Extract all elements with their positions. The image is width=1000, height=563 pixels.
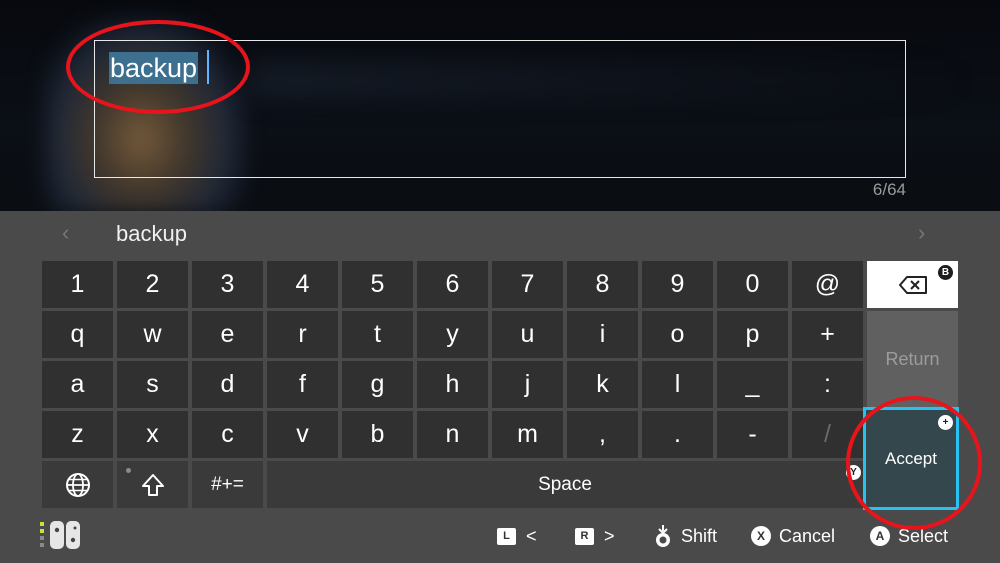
key-3-2[interactable]: c [192, 411, 263, 458]
key-1-1[interactable]: w [117, 311, 188, 358]
control-hints-bar: L < R > Shift X Cancel A Select [0, 510, 1000, 563]
language-key[interactable] [42, 461, 113, 508]
backspace-key[interactable]: B [867, 261, 958, 308]
hint-left: L < [497, 524, 537, 548]
character-counter: 6/64 [872, 180, 906, 199]
shift-key[interactable] [117, 461, 188, 508]
key-3-7[interactable]: , [567, 411, 638, 458]
shift-arrow-icon [141, 473, 164, 496]
return-label: Return [885, 349, 940, 369]
hint-right: R > [575, 524, 615, 548]
hint-left-arrow: < [526, 525, 537, 546]
key-2-5[interactable]: h [417, 361, 488, 408]
key-3-6[interactable]: m [492, 411, 563, 458]
key-1-2[interactable]: e [192, 311, 263, 358]
key-0-2[interactable]: 3 [192, 261, 263, 308]
suggestion-word[interactable]: backup [116, 221, 187, 247]
y-button-badge: Y [846, 465, 861, 480]
key-2-9[interactable]: _ [717, 361, 788, 408]
key-0-4[interactable]: 5 [342, 261, 413, 308]
suggestion-prev-arrow[interactable]: ‹ [62, 220, 69, 246]
key-1-6[interactable]: u [492, 311, 563, 358]
key-3-1[interactable]: x [117, 411, 188, 458]
key-0-6[interactable]: 7 [492, 261, 563, 308]
key-0-1[interactable]: 2 [117, 261, 188, 308]
hint-shift[interactable]: Shift [652, 524, 717, 548]
key-2-8[interactable]: l [642, 361, 713, 408]
key-1-4[interactable]: t [342, 311, 413, 358]
key-2-1[interactable]: s [117, 361, 188, 408]
text-caret [207, 50, 209, 84]
key-2-6[interactable]: j [492, 361, 563, 408]
hint-cancel[interactable]: X Cancel [751, 524, 835, 548]
key-3-0[interactable]: z [42, 411, 113, 458]
key-0-0[interactable]: 1 [42, 261, 113, 308]
key-0-8[interactable]: 9 [642, 261, 713, 308]
plus-button-badge: + [938, 415, 953, 430]
typed-text: backup [109, 52, 199, 84]
return-key[interactable]: Return [867, 311, 958, 408]
key-1-10[interactable]: + [792, 311, 863, 358]
suggestion-bar: ‹ backup › [0, 211, 1000, 259]
space-label: Space [538, 473, 592, 495]
hint-right-arrow: > [604, 525, 615, 546]
backspace-icon [898, 275, 927, 294]
accept-key[interactable]: Accept + [863, 407, 959, 510]
a-button-badge: A [870, 526, 890, 546]
joycon-controller-icon [40, 521, 80, 549]
shift-indicator-dot [126, 468, 131, 473]
hint-cancel-label: Cancel [779, 525, 836, 546]
key-0-5[interactable]: 6 [417, 261, 488, 308]
b-button-badge: B [938, 265, 953, 280]
key-3-10[interactable]: / [792, 411, 863, 458]
suggestion-next-arrow[interactable]: › [918, 220, 925, 246]
key-1-9[interactable]: p [717, 311, 788, 358]
key-2-7[interactable]: k [567, 361, 638, 408]
key-3-4[interactable]: b [342, 411, 413, 458]
l-button-badge: L [497, 527, 516, 545]
key-3-5[interactable]: n [417, 411, 488, 458]
x-button-badge: X [751, 526, 771, 546]
key-3-8[interactable]: . [642, 411, 713, 458]
key-2-3[interactable]: f [267, 361, 338, 408]
left-stick-press-icon [656, 525, 670, 547]
globe-icon [65, 472, 90, 497]
key-1-5[interactable]: y [417, 311, 488, 358]
key-2-0[interactable]: a [42, 361, 113, 408]
key-2-10[interactable]: : [792, 361, 863, 408]
hint-shift-label: Shift [681, 525, 718, 546]
text-entry-area: backup 6/64 [0, 0, 1000, 211]
space-key[interactable]: Space [267, 461, 863, 508]
symbols-key[interactable]: #+= [192, 461, 263, 508]
key-1-0[interactable]: q [42, 311, 113, 358]
key-3-9[interactable]: - [717, 411, 788, 458]
key-2-2[interactable]: d [192, 361, 263, 408]
key-1-7[interactable]: i [567, 311, 638, 358]
key-1-8[interactable]: o [642, 311, 713, 358]
key-0-7[interactable]: 8 [567, 261, 638, 308]
accept-label: Accept [885, 448, 937, 468]
text-input-box[interactable]: backup [94, 40, 906, 178]
key-0-9[interactable]: 0 [717, 261, 788, 308]
key-3-3[interactable]: v [267, 411, 338, 458]
key-1-3[interactable]: r [267, 311, 338, 358]
key-0-10[interactable]: @ [792, 261, 863, 308]
r-button-badge: R [575, 527, 594, 545]
hint-select-label: Select [898, 525, 949, 546]
hint-select[interactable]: A Select [870, 524, 948, 548]
key-2-4[interactable]: g [342, 361, 413, 408]
key-0-3[interactable]: 4 [267, 261, 338, 308]
